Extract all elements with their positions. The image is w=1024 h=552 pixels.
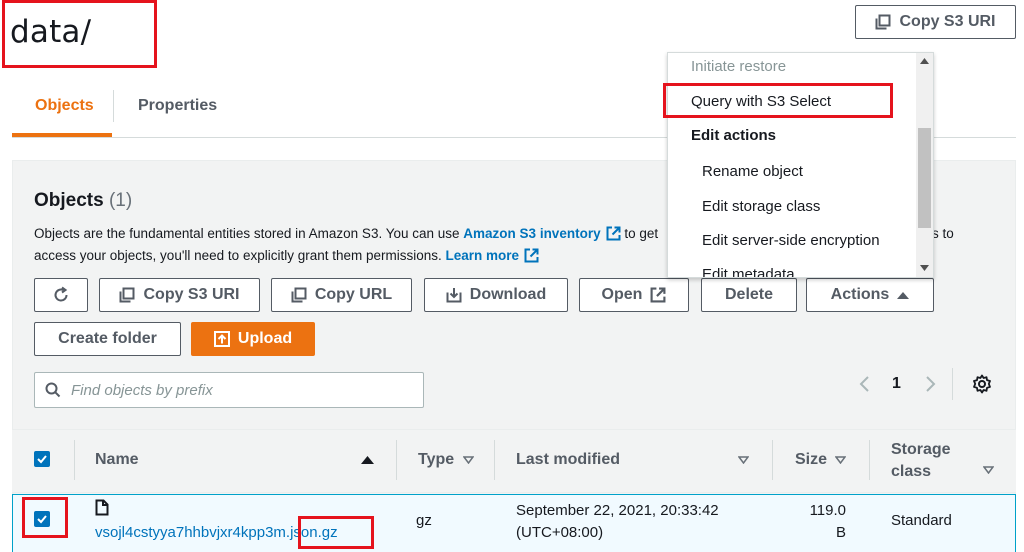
column-header-last-modified[interactable]: Last modified [516,451,620,469]
chevron-right-icon[interactable] [925,375,937,393]
pager-separator [952,368,953,400]
column-header-type[interactable]: Type [418,451,475,469]
objects-heading-label: Objects [34,190,104,211]
actions-button[interactable]: Actions [806,278,934,312]
delete-label: Delete [724,286,774,303]
s3-inventory-link-label: Amazon S3 inventory [463,226,601,241]
column-header-storage-class[interactable]: Storage class [891,439,951,483]
refresh-button[interactable] [34,278,88,312]
object-last-modified: September 22, 2021, 20:33:42 (UTC+08:00) [516,500,719,544]
object-size-value: 119.0 [809,502,846,519]
learn-more-link[interactable]: Learn more [446,248,540,263]
annotation-box-extension [298,516,374,549]
open-label: Open [601,286,643,303]
last-modified-date: September 22, 2021, 20:33:42 [516,502,719,519]
sort-icon[interactable] [983,466,994,474]
copy-icon [119,287,135,303]
page-number[interactable]: 1 [892,375,901,393]
upload-button[interactable]: Upload [191,322,315,356]
download-label: Download [469,286,547,303]
object-size: 119.0 B [795,500,846,544]
refresh-icon [54,286,68,302]
object-storage-class: Standard [891,512,952,529]
menu-item-edit-metadata[interactable]: Edit metadata [702,266,795,277]
caret-up-icon [897,292,910,299]
header-copy-s3-uri-button[interactable]: Copy S3 URI [855,5,1016,39]
column-separator [772,440,773,480]
column-separator [494,440,495,480]
object-type: gz [416,512,432,529]
copy-s3-uri-label: Copy S3 URI [899,13,996,30]
menu-group-edit-actions: Edit actions [691,127,777,144]
external-link-icon [524,248,539,263]
objects-heading: Objects (1) [34,190,132,212]
gear-icon[interactable] [972,374,992,394]
open-button[interactable]: Open [579,278,689,312]
create-folder-label: Create folder [58,330,157,347]
sort-icon[interactable] [738,456,749,464]
s3-inventory-link[interactable]: Amazon S3 inventory [463,226,621,241]
sort-ascending-icon[interactable] [361,455,374,464]
column-separator [869,440,870,480]
scroll-up-icon[interactable] [920,58,929,64]
description-text-right: s to [932,226,954,241]
object-size-unit: B [835,524,846,541]
menu-item-initiate-restore: Initiate restore [691,58,787,75]
menu-scrollbar-thumb[interactable] [918,128,931,228]
storage-class-line2: class [891,463,932,480]
file-icon [95,499,109,516]
download-icon [446,288,462,303]
annotation-box-title [2,0,157,68]
select-all-checkbox[interactable] [34,451,50,467]
last-modified-tz: (UTC+08:00) [516,524,604,541]
upload-label: Upload [237,330,293,347]
annotation-box-query-select [663,83,893,118]
copy-url-label: Copy URL [314,286,393,303]
tab-separator [113,90,114,122]
table-header [12,429,1016,493]
column-separator [74,440,75,480]
column-header-size-label: Size [795,451,828,468]
table-row[interactable] [12,494,1016,552]
menu-item-edit-storage-class[interactable]: Edit storage class [702,198,820,215]
actions-label: Actions [830,286,890,303]
search-box [34,372,424,408]
search-icon [45,382,61,398]
description-text: Objects are the fundamental entities sto… [34,226,460,241]
copy-icon [875,14,891,30]
column-header-size[interactable]: Size [795,451,847,469]
learn-more-label: Learn more [445,248,520,263]
external-link-icon [650,287,666,303]
check-icon [37,455,47,464]
upload-icon [213,331,230,347]
search-input[interactable] [71,381,391,399]
copy-s3-uri-button-label: Copy S3 URI [143,286,240,303]
active-tab-indicator [12,133,112,137]
menu-item-edit-server-side-encryption[interactable]: Edit server-side encryption [702,232,880,249]
column-header-name[interactable]: Name [95,451,139,469]
sort-icon [834,456,847,465]
delete-button[interactable]: Delete [701,278,797,312]
menu-item-rename-object[interactable]: Rename object [702,163,803,180]
description-line2-text: access your objects, you'll need to expl… [34,248,442,263]
chevron-left-icon[interactable] [858,375,870,393]
download-button[interactable]: Download [424,278,568,312]
copy-icon [291,287,307,303]
object-name-prefix: vsojl4cstyya7hhbvjxr4kpp3m [95,524,286,541]
tab-objects[interactable]: Objects [35,97,94,115]
tab-properties[interactable]: Properties [138,97,217,115]
copy-url-button[interactable]: Copy URL [271,278,412,312]
description-text-cont: to get [624,226,659,241]
annotation-box-checkbox [22,497,68,538]
copy-s3-uri-button[interactable]: Copy S3 URI [99,278,260,312]
sort-icon [462,456,475,465]
column-separator [396,440,397,480]
create-folder-button[interactable]: Create folder [34,322,181,356]
scroll-down-icon[interactable] [920,265,929,271]
external-link-icon [606,226,621,241]
objects-count: (1) [108,190,133,211]
column-header-type-label: Type [418,451,455,468]
storage-class-line1: Storage [891,441,951,458]
